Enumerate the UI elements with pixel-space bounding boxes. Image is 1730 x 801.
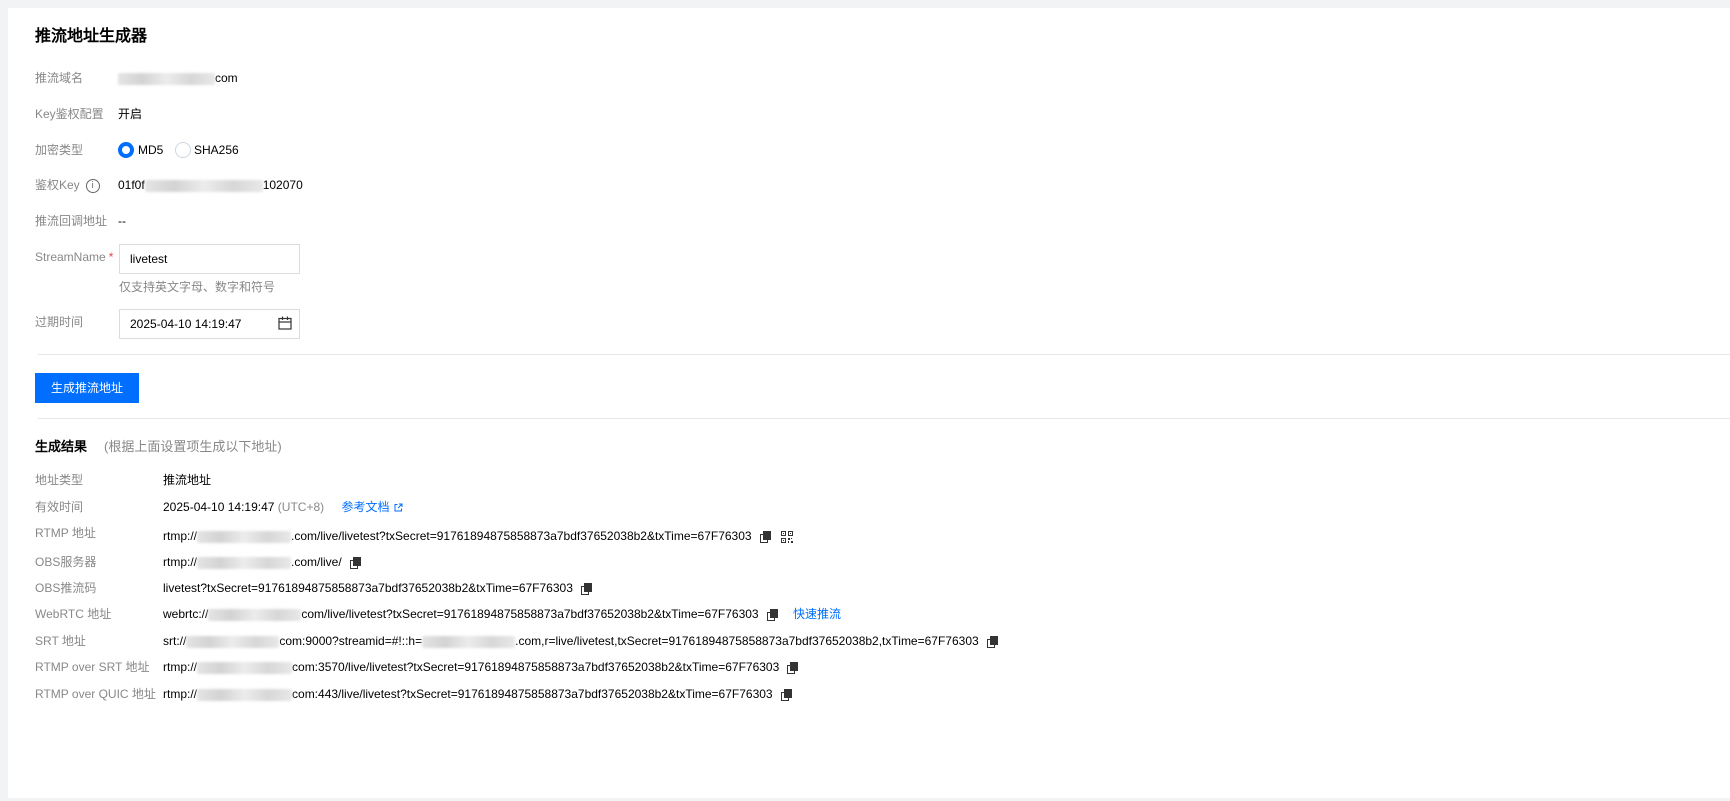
rtmp-quic-suffix: com:443/live/livetest?txSecret=917618948… <box>292 687 773 701</box>
rtmp-suffix: .com/live/livetest?txSecret=917618948758… <box>291 529 752 543</box>
obs-server-address: rtmp:// .com/live/ <box>163 554 361 570</box>
rtmp-address: rtmp:// .com/live/livetest?txSecret=91761… <box>163 528 793 544</box>
srt-prefix: srt:// <box>163 634 187 648</box>
auth-key-prefix: 01f0f <box>118 178 145 192</box>
expire-date-input[interactable] <box>119 309 300 339</box>
info-icon[interactable]: i <box>85 178 100 193</box>
address-type-value: 推流地址 <box>163 473 212 487</box>
address-type-label: 地址类型 <box>35 473 84 487</box>
srt-label: SRT 地址 <box>35 634 86 648</box>
redacted-domain <box>118 72 215 85</box>
stream-name-label-text: StreamName <box>35 250 106 264</box>
rtmp-srt-suffix: com:3570/live/livetest?txSecret=91761894… <box>292 660 780 674</box>
rtmp-quic-prefix: rtmp:// <box>163 687 198 701</box>
auth-key-suffix: 102070 <box>262 178 303 192</box>
result-subtitle: (根据上面设置项生成以下地址) <box>104 439 282 454</box>
divider <box>38 354 1730 355</box>
calendar-icon[interactable] <box>278 316 292 330</box>
radio-md5-label[interactable]: MD5 <box>138 142 163 158</box>
radio-sha256[interactable] <box>175 142 191 158</box>
copy-icon[interactable] <box>759 531 771 544</box>
domain-suffix: com <box>215 71 238 85</box>
redacted-domain <box>197 556 292 569</box>
copy-icon[interactable] <box>766 609 778 622</box>
webrtc-prefix: webrtc:// <box>163 607 209 621</box>
obs-code-row: livetest?txSecret=91761894875858873a7bdf… <box>163 580 592 596</box>
redacted-domain <box>197 688 293 701</box>
redacted-domain <box>197 530 292 543</box>
qrcode-icon[interactable] <box>780 530 793 543</box>
webrtc-suffix: com/live/livetest?txSecret=9176189487585… <box>301 607 759 621</box>
obs-code-label: OBS推流码 <box>35 581 97 595</box>
redacted-domain <box>208 608 302 621</box>
stream-name-input[interactable] <box>119 244 300 274</box>
obs-code-value: livetest?txSecret=91761894875858873a7bdf… <box>163 581 573 595</box>
radio-md5[interactable] <box>118 142 134 158</box>
doc-link[interactable]: 参考文档 <box>341 500 389 514</box>
domain-value: com <box>118 70 238 86</box>
rtmp-srt-label: RTMP over SRT 地址 <box>35 660 150 674</box>
rtmp-quic-address: rtmp:// com:443/live/livetest?txSecret=91… <box>163 686 792 702</box>
valid-time-row: 2025-04-10 14:19:47 (UTC+8) 参考文档 <box>163 499 403 515</box>
redacted-key <box>144 179 263 192</box>
quick-push-link[interactable]: 快速推流 <box>793 607 841 621</box>
auth-key-label-text: 鉴权Key <box>35 178 80 192</box>
expire-label: 过期时间 <box>35 315 84 329</box>
stream-name-hint: 仅支持英文字母、数字和符号 <box>119 280 276 294</box>
generate-button[interactable]: 生成推流地址 <box>35 373 139 403</box>
valid-time-value: 2025-04-10 14:19:47 <box>163 500 275 514</box>
copy-icon[interactable] <box>986 636 998 649</box>
result-title: 生成结果 <box>35 439 88 454</box>
obs-server-label: OBS服务器 <box>35 555 97 569</box>
valid-time-label: 有效时间 <box>35 500 84 514</box>
callback-label: 推流回调地址 <box>35 214 108 228</box>
rtmp-quic-label: RTMP over QUIC 地址 <box>35 687 156 701</box>
webrtc-address: webrtc:// com/live/livetest?txSecret=9176… <box>163 606 841 622</box>
auth-key-label: 鉴权Key i <box>35 177 100 193</box>
required-mark: * <box>108 250 114 264</box>
divider <box>38 418 1730 419</box>
redacted-domain <box>186 635 280 648</box>
srt-address: srt:// com:9000?streamid=#!::h= .com,r=liv… <box>163 633 998 649</box>
page-title: 推流地址生成器 <box>35 28 148 45</box>
srt-mid: com:9000?streamid=#!::h= <box>279 634 423 648</box>
copy-icon[interactable] <box>780 689 792 702</box>
callback-value: -- <box>118 214 126 228</box>
redacted-domain <box>422 635 516 648</box>
obs-server-prefix: rtmp:// <box>163 555 198 569</box>
key-auth-label: Key鉴权配置 <box>35 107 104 121</box>
rtmp-srt-prefix: rtmp:// <box>163 660 198 674</box>
srt-suffix: .com,r=live/livetest,txSecret=9176189487… <box>515 634 979 648</box>
webrtc-label: WebRTC 地址 <box>35 607 112 621</box>
copy-icon[interactable] <box>580 583 592 596</box>
external-link-icon[interactable] <box>394 503 403 512</box>
rtmp-prefix: rtmp:// <box>163 529 198 543</box>
generator-card: 推流地址生成器 推流域名 com Key鉴权配置 开启 加密类型 MD5 SHA… <box>8 8 1730 798</box>
key-auth-value: 开启 <box>118 107 143 121</box>
domain-label: 推流域名 <box>35 71 84 85</box>
rtmp-label: RTMP 地址 <box>35 526 96 540</box>
copy-icon[interactable] <box>349 557 361 570</box>
obs-server-suffix: .com/live/ <box>291 555 342 569</box>
copy-icon[interactable] <box>787 662 799 675</box>
valid-time-timezone: (UTC+8) <box>277 500 325 514</box>
radio-sha256-label[interactable]: SHA256 <box>194 142 239 158</box>
rtmp-srt-address: rtmp:// com:3570/live/livetest?txSecret=9… <box>163 659 799 675</box>
auth-key-value: 01f0f 102070 <box>118 177 303 193</box>
encrypt-type-label: 加密类型 <box>35 143 84 157</box>
redacted-domain <box>197 661 293 674</box>
stream-name-label: StreamName * <box>35 249 113 265</box>
